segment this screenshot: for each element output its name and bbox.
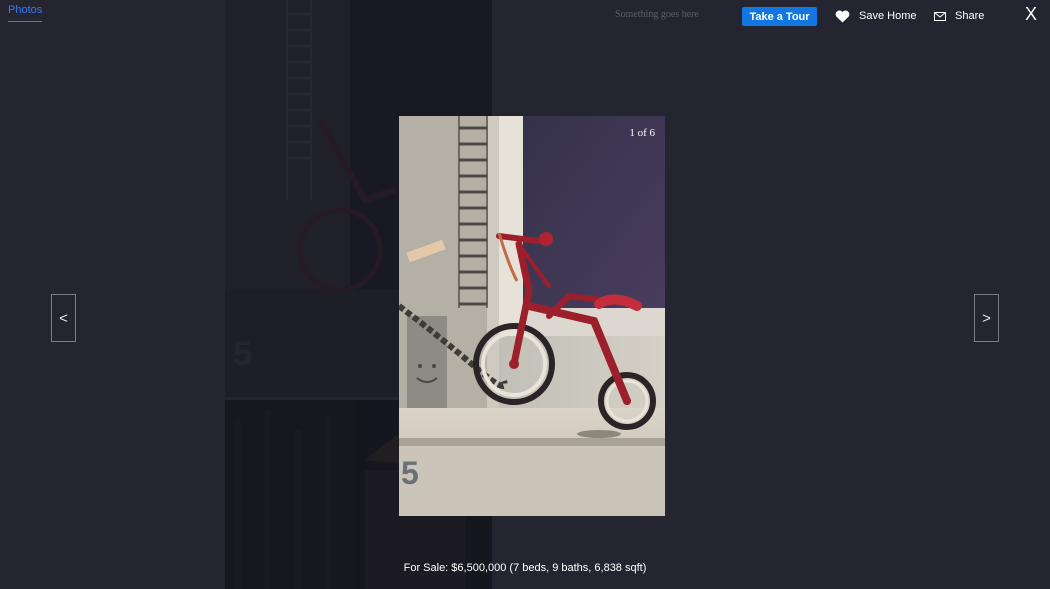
- close-icon[interactable]: X: [1025, 4, 1037, 25]
- tab-photos[interactable]: Photos: [8, 4, 43, 22]
- save-home-button[interactable]: Save Home: [835, 8, 916, 24]
- save-home-label: Save Home: [859, 10, 917, 22]
- photo-gallery-overlay: 5 1 of 6 Photos Something goes here Take…: [0, 0, 1050, 589]
- header-tagline: Something goes here: [615, 9, 699, 20]
- svg-text:5: 5: [401, 455, 419, 491]
- tricycle-photo: 5: [399, 116, 665, 516]
- take-tour-button[interactable]: Take a Tour: [742, 7, 817, 26]
- share-label: Share: [955, 10, 985, 22]
- next-photo-button[interactable]: >: [974, 294, 999, 342]
- listing-caption: For Sale: $6,500,000 (7 beds, 9 baths, 6…: [403, 562, 647, 574]
- share-button[interactable]: Share: [934, 8, 984, 24]
- photo-counter: 1 of 6: [629, 127, 655, 139]
- main-photo[interactable]: 5 1 of 6: [399, 116, 665, 516]
- envelope-icon: [934, 11, 946, 21]
- heart-icon: [835, 9, 850, 22]
- previous-photo-button[interactable]: <: [51, 294, 76, 342]
